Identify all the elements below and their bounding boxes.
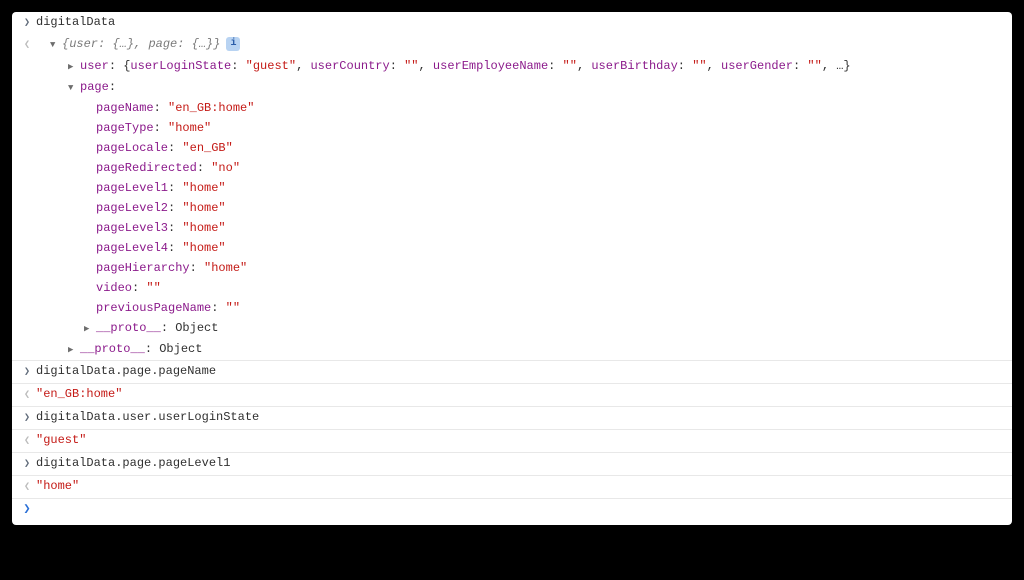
object-property-row[interactable]: pageLevel2: "home" bbox=[12, 198, 1012, 218]
output-chevron-icon: ❮ bbox=[18, 430, 36, 452]
console-input-row[interactable]: ❯ digitalData.page.pageName bbox=[12, 360, 1012, 383]
object-property-row[interactable]: pageLocale: "en_GB" bbox=[12, 138, 1012, 158]
property-key: previousPageName bbox=[96, 301, 211, 315]
property-value: "home" bbox=[182, 241, 225, 255]
property-key: pageLocale bbox=[96, 141, 168, 155]
property-key: pageLevel2 bbox=[96, 201, 168, 215]
console-output-text: "home" bbox=[36, 476, 1012, 496]
console-output-row[interactable]: ❮ ▼{user: {…}, page: {…}}i bbox=[12, 34, 1012, 56]
console-prompt-row[interactable]: ❯ bbox=[12, 498, 1012, 519]
console-output-row[interactable]: ❮ "en_GB:home" bbox=[12, 383, 1012, 406]
object-property-row[interactable]: pageLevel1: "home" bbox=[12, 178, 1012, 198]
output-chevron-icon: ❮ bbox=[18, 476, 36, 498]
devtools-console: ❯ digitalData ❮ ▼{user: {…}, page: {…}}i… bbox=[12, 12, 1012, 525]
expand-toggle-icon[interactable]: ▼ bbox=[50, 35, 62, 55]
property-key: pageLevel3 bbox=[96, 221, 168, 235]
expand-toggle-icon[interactable]: ▶ bbox=[68, 340, 80, 360]
property-key: pageType bbox=[96, 121, 154, 135]
console-input-text: digitalData bbox=[36, 12, 1012, 32]
expand-toggle-icon[interactable]: ▼ bbox=[68, 78, 80, 98]
property-key: page bbox=[80, 80, 109, 94]
property-key: pageLevel4 bbox=[96, 241, 168, 255]
input-chevron-icon: ❯ bbox=[18, 407, 36, 429]
object-property-row[interactable]: ▶__proto__: Object bbox=[12, 339, 1012, 360]
proto-key: __proto__ bbox=[80, 342, 145, 356]
property-key: pageHierarchy bbox=[96, 261, 190, 275]
info-icon[interactable]: i bbox=[226, 37, 240, 51]
property-value: "home" bbox=[182, 181, 225, 195]
object-property-row[interactable]: ▶user: {userLoginState: "guest", userCou… bbox=[12, 56, 1012, 77]
console-input-row[interactable]: ❯ digitalData.page.pageLevel1 bbox=[12, 452, 1012, 475]
expand-toggle-icon[interactable]: ▶ bbox=[84, 319, 96, 339]
property-value: "en_GB" bbox=[182, 141, 232, 155]
output-chevron-icon: ❮ bbox=[18, 384, 36, 406]
property-value: "" bbox=[146, 281, 160, 295]
console-input-text: digitalData.page.pageLevel1 bbox=[36, 453, 1012, 473]
property-value: "home" bbox=[168, 121, 211, 135]
property-value: "no" bbox=[211, 161, 240, 175]
page-properties: pageName: "en_GB:home"pageType: "home"pa… bbox=[12, 98, 1012, 318]
object-property-row[interactable]: ▼page: bbox=[12, 77, 1012, 98]
object-summary: ▼{user: {…}, page: {…}}i bbox=[36, 34, 1012, 55]
property-value: "home" bbox=[182, 221, 225, 235]
prompt-chevron-icon: ❯ bbox=[18, 499, 36, 519]
console-output-row[interactable]: ❮ "home" bbox=[12, 475, 1012, 498]
input-chevron-icon: ❯ bbox=[18, 453, 36, 475]
console-input-row[interactable]: ❯ digitalData bbox=[12, 12, 1012, 34]
property-value: "en_GB:home" bbox=[168, 101, 254, 115]
proto-key: __proto__ bbox=[96, 321, 161, 335]
console-output-text: "en_GB:home" bbox=[36, 384, 1012, 404]
property-value: "home" bbox=[182, 201, 225, 215]
property-key: pageRedirected bbox=[96, 161, 197, 175]
console-input-text: digitalData.page.pageName bbox=[36, 361, 1012, 381]
console-input-text: digitalData.user.userLoginState bbox=[36, 407, 1012, 427]
console-output-row[interactable]: ❮ "guest" bbox=[12, 429, 1012, 452]
object-property-row[interactable]: pageRedirected: "no" bbox=[12, 158, 1012, 178]
object-property-row[interactable]: video: "" bbox=[12, 278, 1012, 298]
object-property-row[interactable]: pageHierarchy: "home" bbox=[12, 258, 1012, 278]
object-property-row[interactable]: pageLevel3: "home" bbox=[12, 218, 1012, 238]
output-chevron-icon: ❮ bbox=[18, 34, 36, 56]
console-output-text: "guest" bbox=[36, 430, 1012, 450]
object-property-row[interactable]: pageLevel4: "home" bbox=[12, 238, 1012, 258]
property-value: "" bbox=[226, 301, 240, 315]
console-input-row[interactable]: ❯ digitalData.user.userLoginState bbox=[12, 406, 1012, 429]
object-property-row[interactable]: previousPageName: "" bbox=[12, 298, 1012, 318]
property-key: user bbox=[80, 59, 109, 73]
property-value: "home" bbox=[204, 261, 247, 275]
property-key: video bbox=[96, 281, 132, 295]
object-property-row[interactable]: ▶__proto__: Object bbox=[12, 318, 1012, 339]
object-property-row[interactable]: pageType: "home" bbox=[12, 118, 1012, 138]
expand-toggle-icon[interactable]: ▶ bbox=[68, 57, 80, 77]
property-key: pageLevel1 bbox=[96, 181, 168, 195]
property-key: pageName bbox=[96, 101, 154, 115]
input-chevron-icon: ❯ bbox=[18, 12, 36, 34]
input-chevron-icon: ❯ bbox=[18, 361, 36, 383]
object-property-row[interactable]: pageName: "en_GB:home" bbox=[12, 98, 1012, 118]
